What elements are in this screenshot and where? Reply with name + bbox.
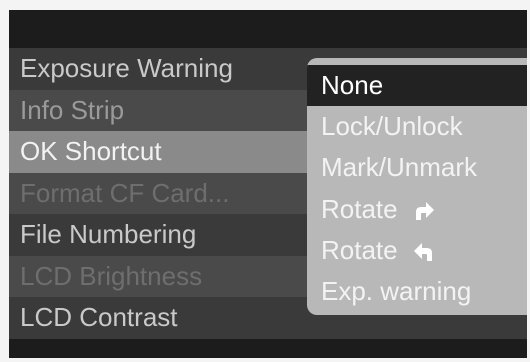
menu-item-label: OK Shortcut [20,136,162,166]
option-mark-unmark[interactable]: Mark/Unmark [307,147,527,188]
option-none[interactable]: None [307,65,527,107]
option-label: None [321,70,384,100]
ok-shortcut-options-popup: None Lock/Unlock Mark/Unmark Rotate Rota… [307,58,527,315]
camera-lcd-screen: Exposure Warning Info Strip OK Shortcut … [9,10,527,358]
option-label: Rotate [321,193,398,224]
option-label: Exp. warning [321,275,472,306]
option-label: Mark/Unmark [321,152,478,183]
rotate-counterclockwise-arrow-icon [413,242,435,262]
option-lock-unlock[interactable]: Lock/Unlock [307,106,527,147]
menu-item-label: LCD Brightness [20,260,203,291]
option-label: Rotate [321,234,398,265]
menu-item-label: File Numbering [20,219,197,249]
option-exp-warning[interactable]: Exp. warning [307,271,527,312]
menu-item-label: Format CF Card... [20,177,230,208]
option-rotate-clockwise[interactable]: Rotate [307,189,527,230]
menu-item-label: Info Strip [20,94,125,125]
menu-item-label: LCD Contrast [20,302,178,332]
menu-item-label: Exposure Warning [20,53,233,83]
option-rotate-counterclockwise[interactable]: Rotate [307,230,527,271]
option-label: Lock/Unlock [321,111,463,142]
rotate-clockwise-arrow-icon [413,201,435,221]
